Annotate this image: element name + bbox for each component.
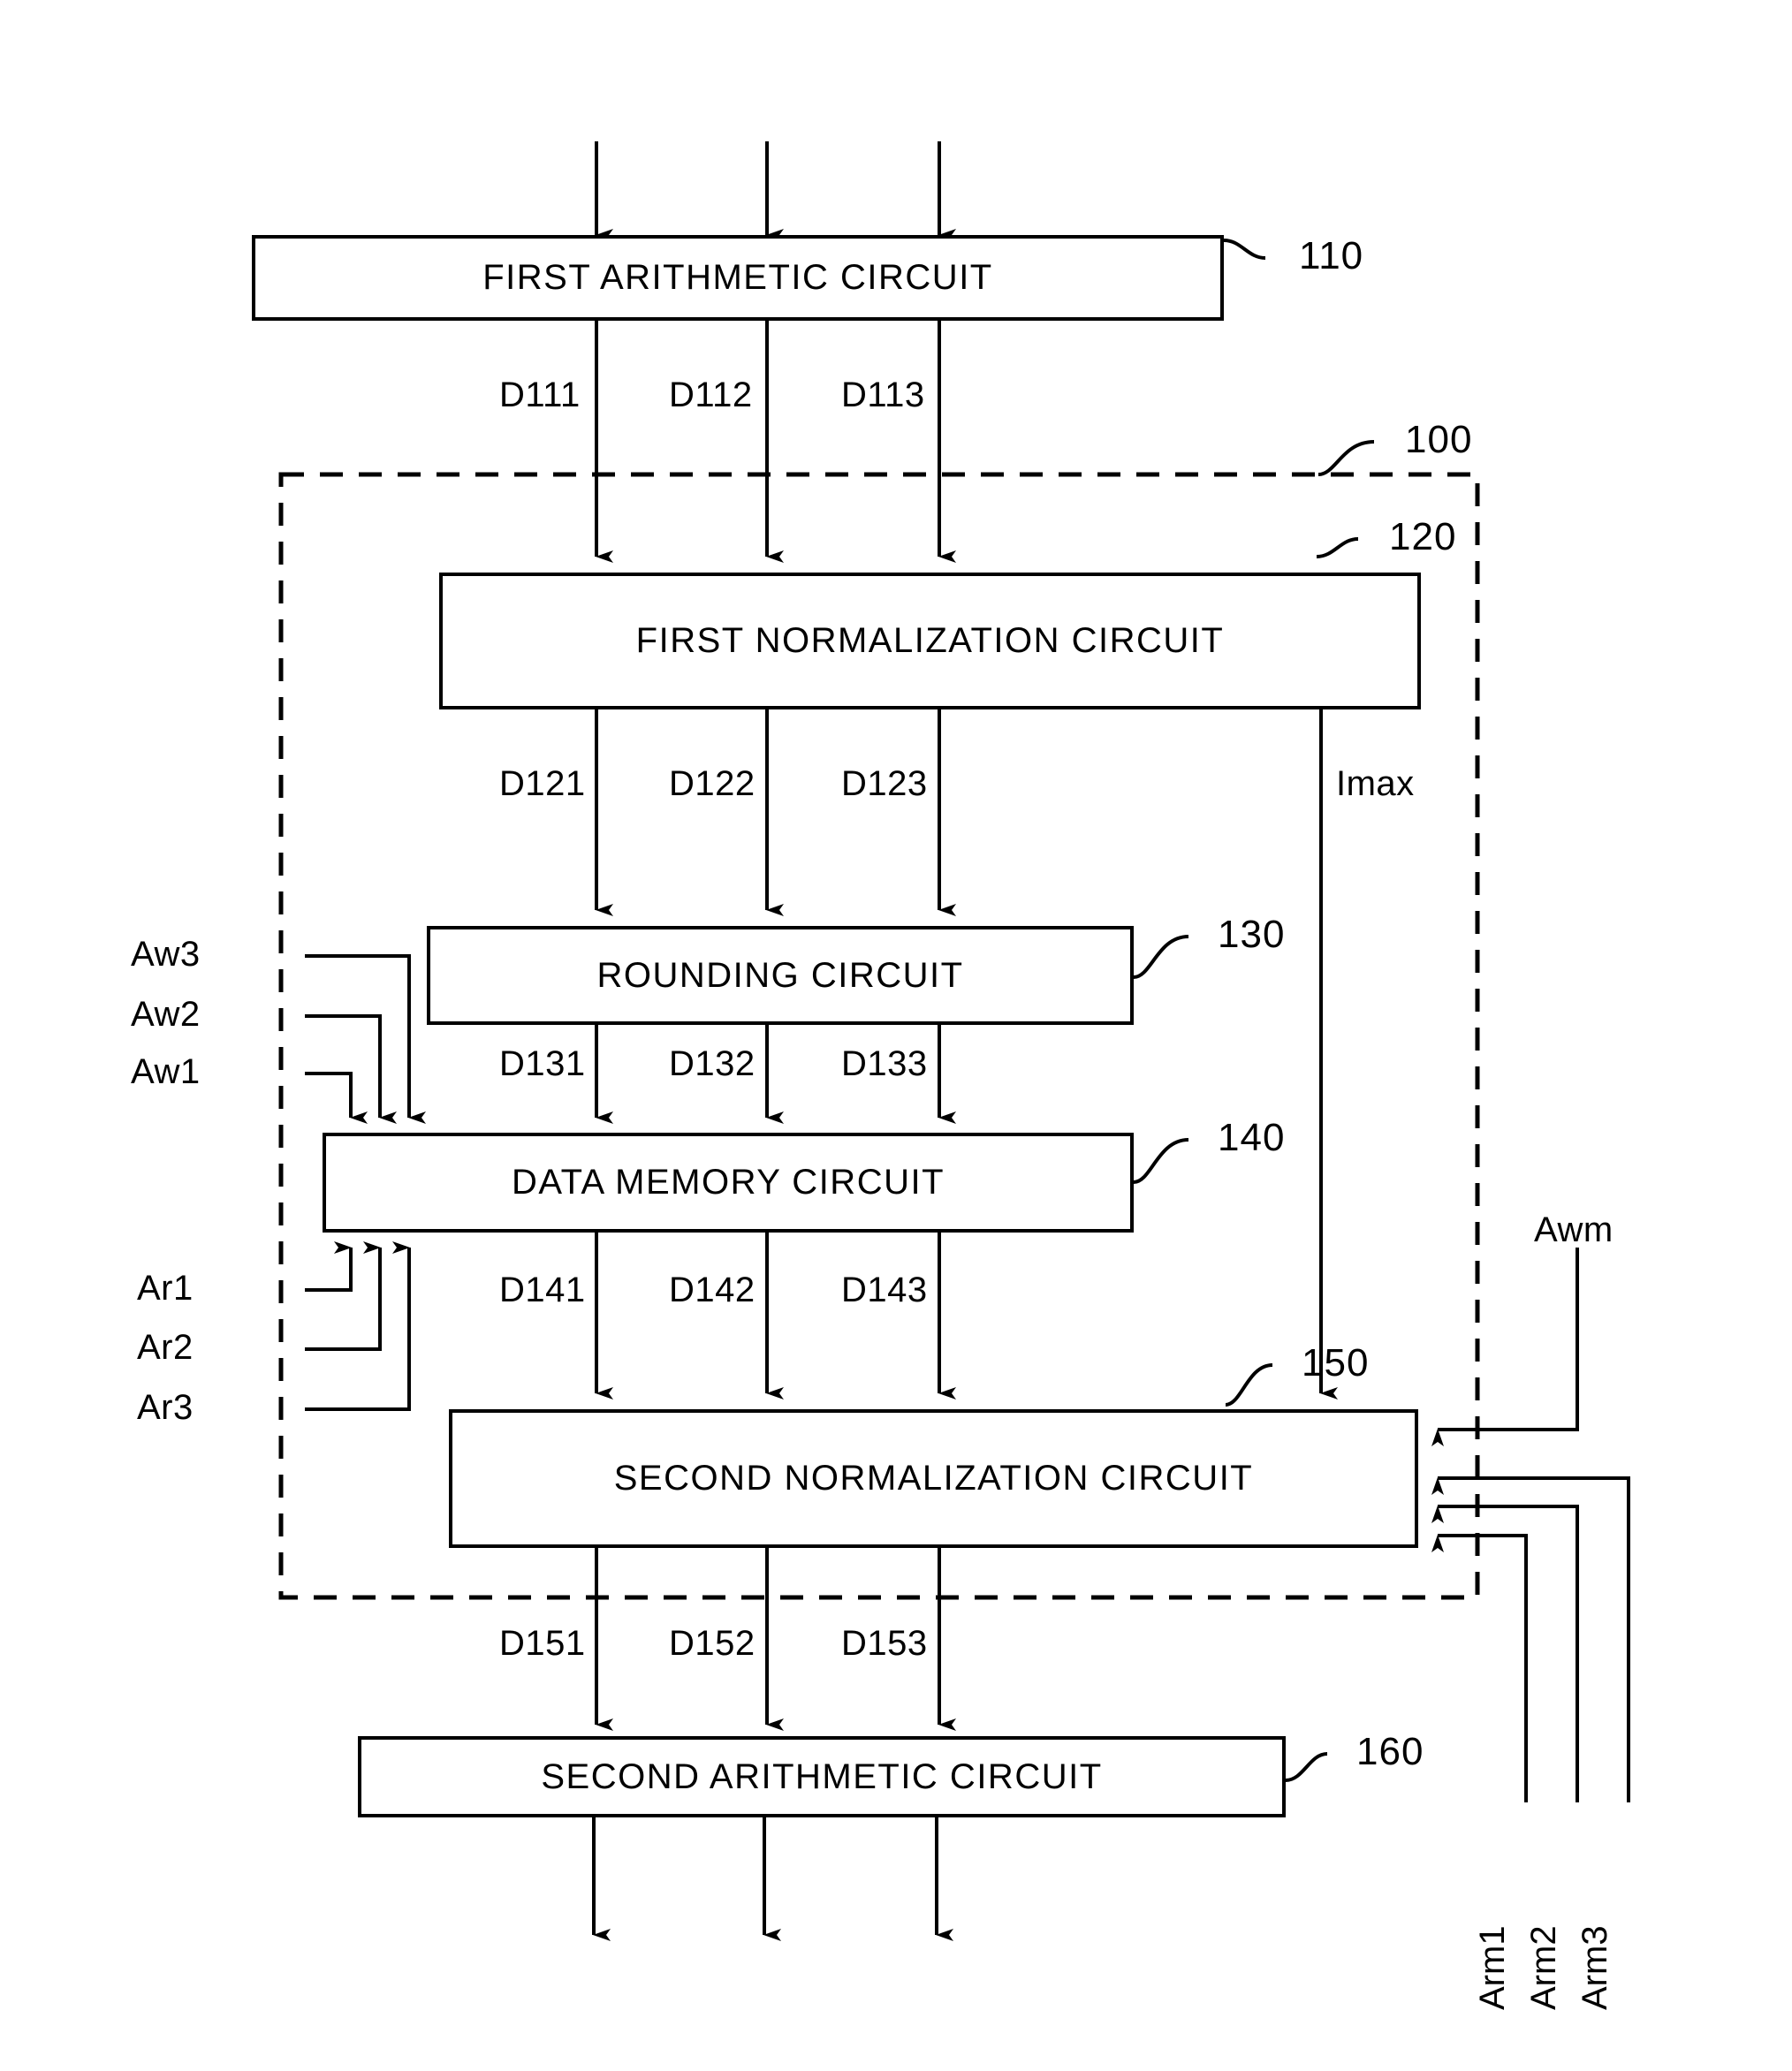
block-first-normalization-circuit[interactable]: FIRST NORMALIZATION CIRCUIT bbox=[439, 573, 1421, 709]
signal-line-Aw2 bbox=[305, 1014, 397, 1124]
signal-line-Ar2 bbox=[305, 1241, 382, 1351]
bus-label-D123: D123 bbox=[841, 764, 928, 803]
bus-label-D133: D133 bbox=[841, 1044, 928, 1083]
reference-numeral-130: 130 bbox=[1218, 913, 1286, 956]
signal-line-Arm2 bbox=[1431, 1505, 1579, 1802]
bus-label-D152: D152 bbox=[669, 1624, 756, 1663]
signal-line-Awm bbox=[1431, 1248, 1579, 1446]
block-second-normalization-circuit[interactable]: SECOND NORMALIZATION CIRCUIT bbox=[449, 1409, 1418, 1548]
leader-100 bbox=[1317, 440, 1375, 476]
block-second-arithmetic-circuit[interactable]: SECOND ARITHMETIC CIRCUIT bbox=[358, 1736, 1286, 1817]
figure-canvas: FIRST ARITHMETIC CIRCUIT FIRST NORMALIZA… bbox=[0, 0, 1792, 2071]
bus-label-D121: D121 bbox=[499, 764, 586, 803]
bus-label-D143: D143 bbox=[841, 1271, 928, 1309]
leader-140 bbox=[1133, 1138, 1189, 1184]
bus-label-D111: D111 bbox=[499, 376, 581, 414]
signal-label-Aw1: Aw1 bbox=[131, 1052, 201, 1091]
block-first-arithmetic-circuit[interactable]: FIRST ARITHMETIC CIRCUIT bbox=[252, 235, 1224, 321]
bus-label-Imax: Imax bbox=[1336, 764, 1415, 803]
signal-label-Ar1: Ar1 bbox=[137, 1269, 194, 1308]
bus-label-D142: D142 bbox=[669, 1271, 756, 1309]
signal-line-Ar3 bbox=[305, 1241, 411, 1411]
signal-line-Arm3 bbox=[1431, 1476, 1630, 1802]
bus-label-D122: D122 bbox=[669, 764, 756, 803]
bus-label-D153: D153 bbox=[841, 1624, 928, 1663]
block-label: ROUNDING CIRCUIT bbox=[596, 955, 964, 995]
leader-150 bbox=[1225, 1363, 1273, 1407]
signal-label-Arm1: Arm1 bbox=[1473, 1925, 1512, 2010]
leader-110 bbox=[1223, 239, 1266, 260]
reference-numeral-160: 160 bbox=[1356, 1730, 1424, 1773]
bus-label-D131: D131 bbox=[499, 1044, 586, 1083]
leader-130 bbox=[1133, 935, 1189, 979]
bus-label-D141: D141 bbox=[499, 1271, 586, 1309]
signal-label-Arm2: Arm2 bbox=[1524, 1925, 1563, 2010]
reference-numeral-110: 110 bbox=[1299, 234, 1364, 277]
block-rounding-circuit[interactable]: ROUNDING CIRCUIT bbox=[427, 926, 1134, 1025]
block-data-memory-circuit[interactable]: DATA MEMORY CIRCUIT bbox=[323, 1133, 1134, 1233]
bus-label-D112: D112 bbox=[669, 376, 753, 414]
reference-numeral-140: 140 bbox=[1218, 1116, 1286, 1159]
signal-line-Aw3 bbox=[305, 954, 426, 1124]
bus-label-D113: D113 bbox=[841, 376, 925, 414]
signal-label-Aw3: Aw3 bbox=[131, 935, 201, 974]
signal-line-Aw1 bbox=[305, 1072, 368, 1124]
bus-label-D132: D132 bbox=[669, 1044, 756, 1083]
reference-numeral-150: 150 bbox=[1302, 1341, 1370, 1384]
reference-numeral-120: 120 bbox=[1389, 515, 1457, 558]
signal-line-Arm1 bbox=[1431, 1534, 1528, 1802]
signal-label-Awm: Awm bbox=[1534, 1210, 1614, 1249]
signal-label-Ar2: Ar2 bbox=[137, 1328, 194, 1367]
signal-label-Arm3: Arm3 bbox=[1576, 1925, 1614, 2010]
leader-160 bbox=[1285, 1752, 1328, 1782]
reference-numeral-100: 100 bbox=[1405, 418, 1473, 461]
block-label: FIRST ARITHMETIC CIRCUIT bbox=[482, 258, 993, 297]
signal-label-Ar3: Ar3 bbox=[137, 1388, 194, 1427]
signal-line-Ar1 bbox=[305, 1241, 353, 1292]
signal-label-Aw2: Aw2 bbox=[131, 995, 201, 1034]
bus-label-D151: D151 bbox=[499, 1624, 586, 1663]
block-label: DATA MEMORY CIRCUIT bbox=[511, 1163, 945, 1202]
block-label: SECOND NORMALIZATION CIRCUIT bbox=[613, 1459, 1254, 1498]
block-label: SECOND ARITHMETIC CIRCUIT bbox=[541, 1756, 1103, 1796]
block-label: FIRST NORMALIZATION CIRCUIT bbox=[635, 621, 1225, 660]
